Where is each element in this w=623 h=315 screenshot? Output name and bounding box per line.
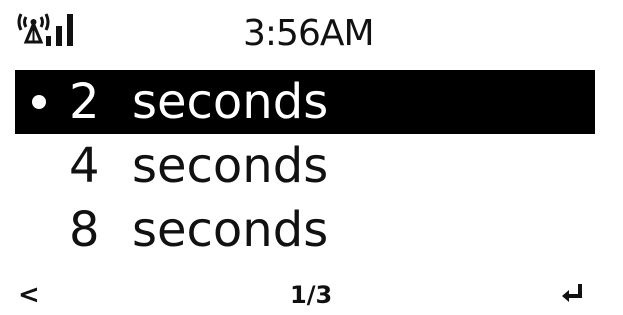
list-item-value: 8 [69,202,100,258]
clock-time: 3:56AM [243,13,375,54]
status-bar: 3:56AM [0,0,623,66]
wifi-signal-icon [17,13,73,46]
list-item-4-seconds[interactable]: 4 seconds [15,134,595,198]
list-item-2-seconds[interactable]: 2 seconds [15,70,595,134]
list-item-value: 4 [69,138,100,194]
list-item-unit: seconds [132,202,329,258]
list-item-unit: seconds [132,74,329,130]
list-item-unit: seconds [132,138,329,194]
back-arrow-icon[interactable]: < [18,280,40,310]
bottom-bar: < 1/3 [0,276,623,312]
options-list: 2 seconds 4 seconds 8 seconds [0,70,623,262]
page-indicator: 1/3 [290,281,333,309]
lcd-screen: 3:56AM 2 seconds 4 seconds 8 seconds < 1… [0,0,623,315]
list-item-value: 2 [69,74,100,130]
list-item-8-seconds[interactable]: 8 seconds [15,198,595,262]
enter-icon[interactable] [560,282,584,304]
selected-bullet-icon [32,95,46,109]
